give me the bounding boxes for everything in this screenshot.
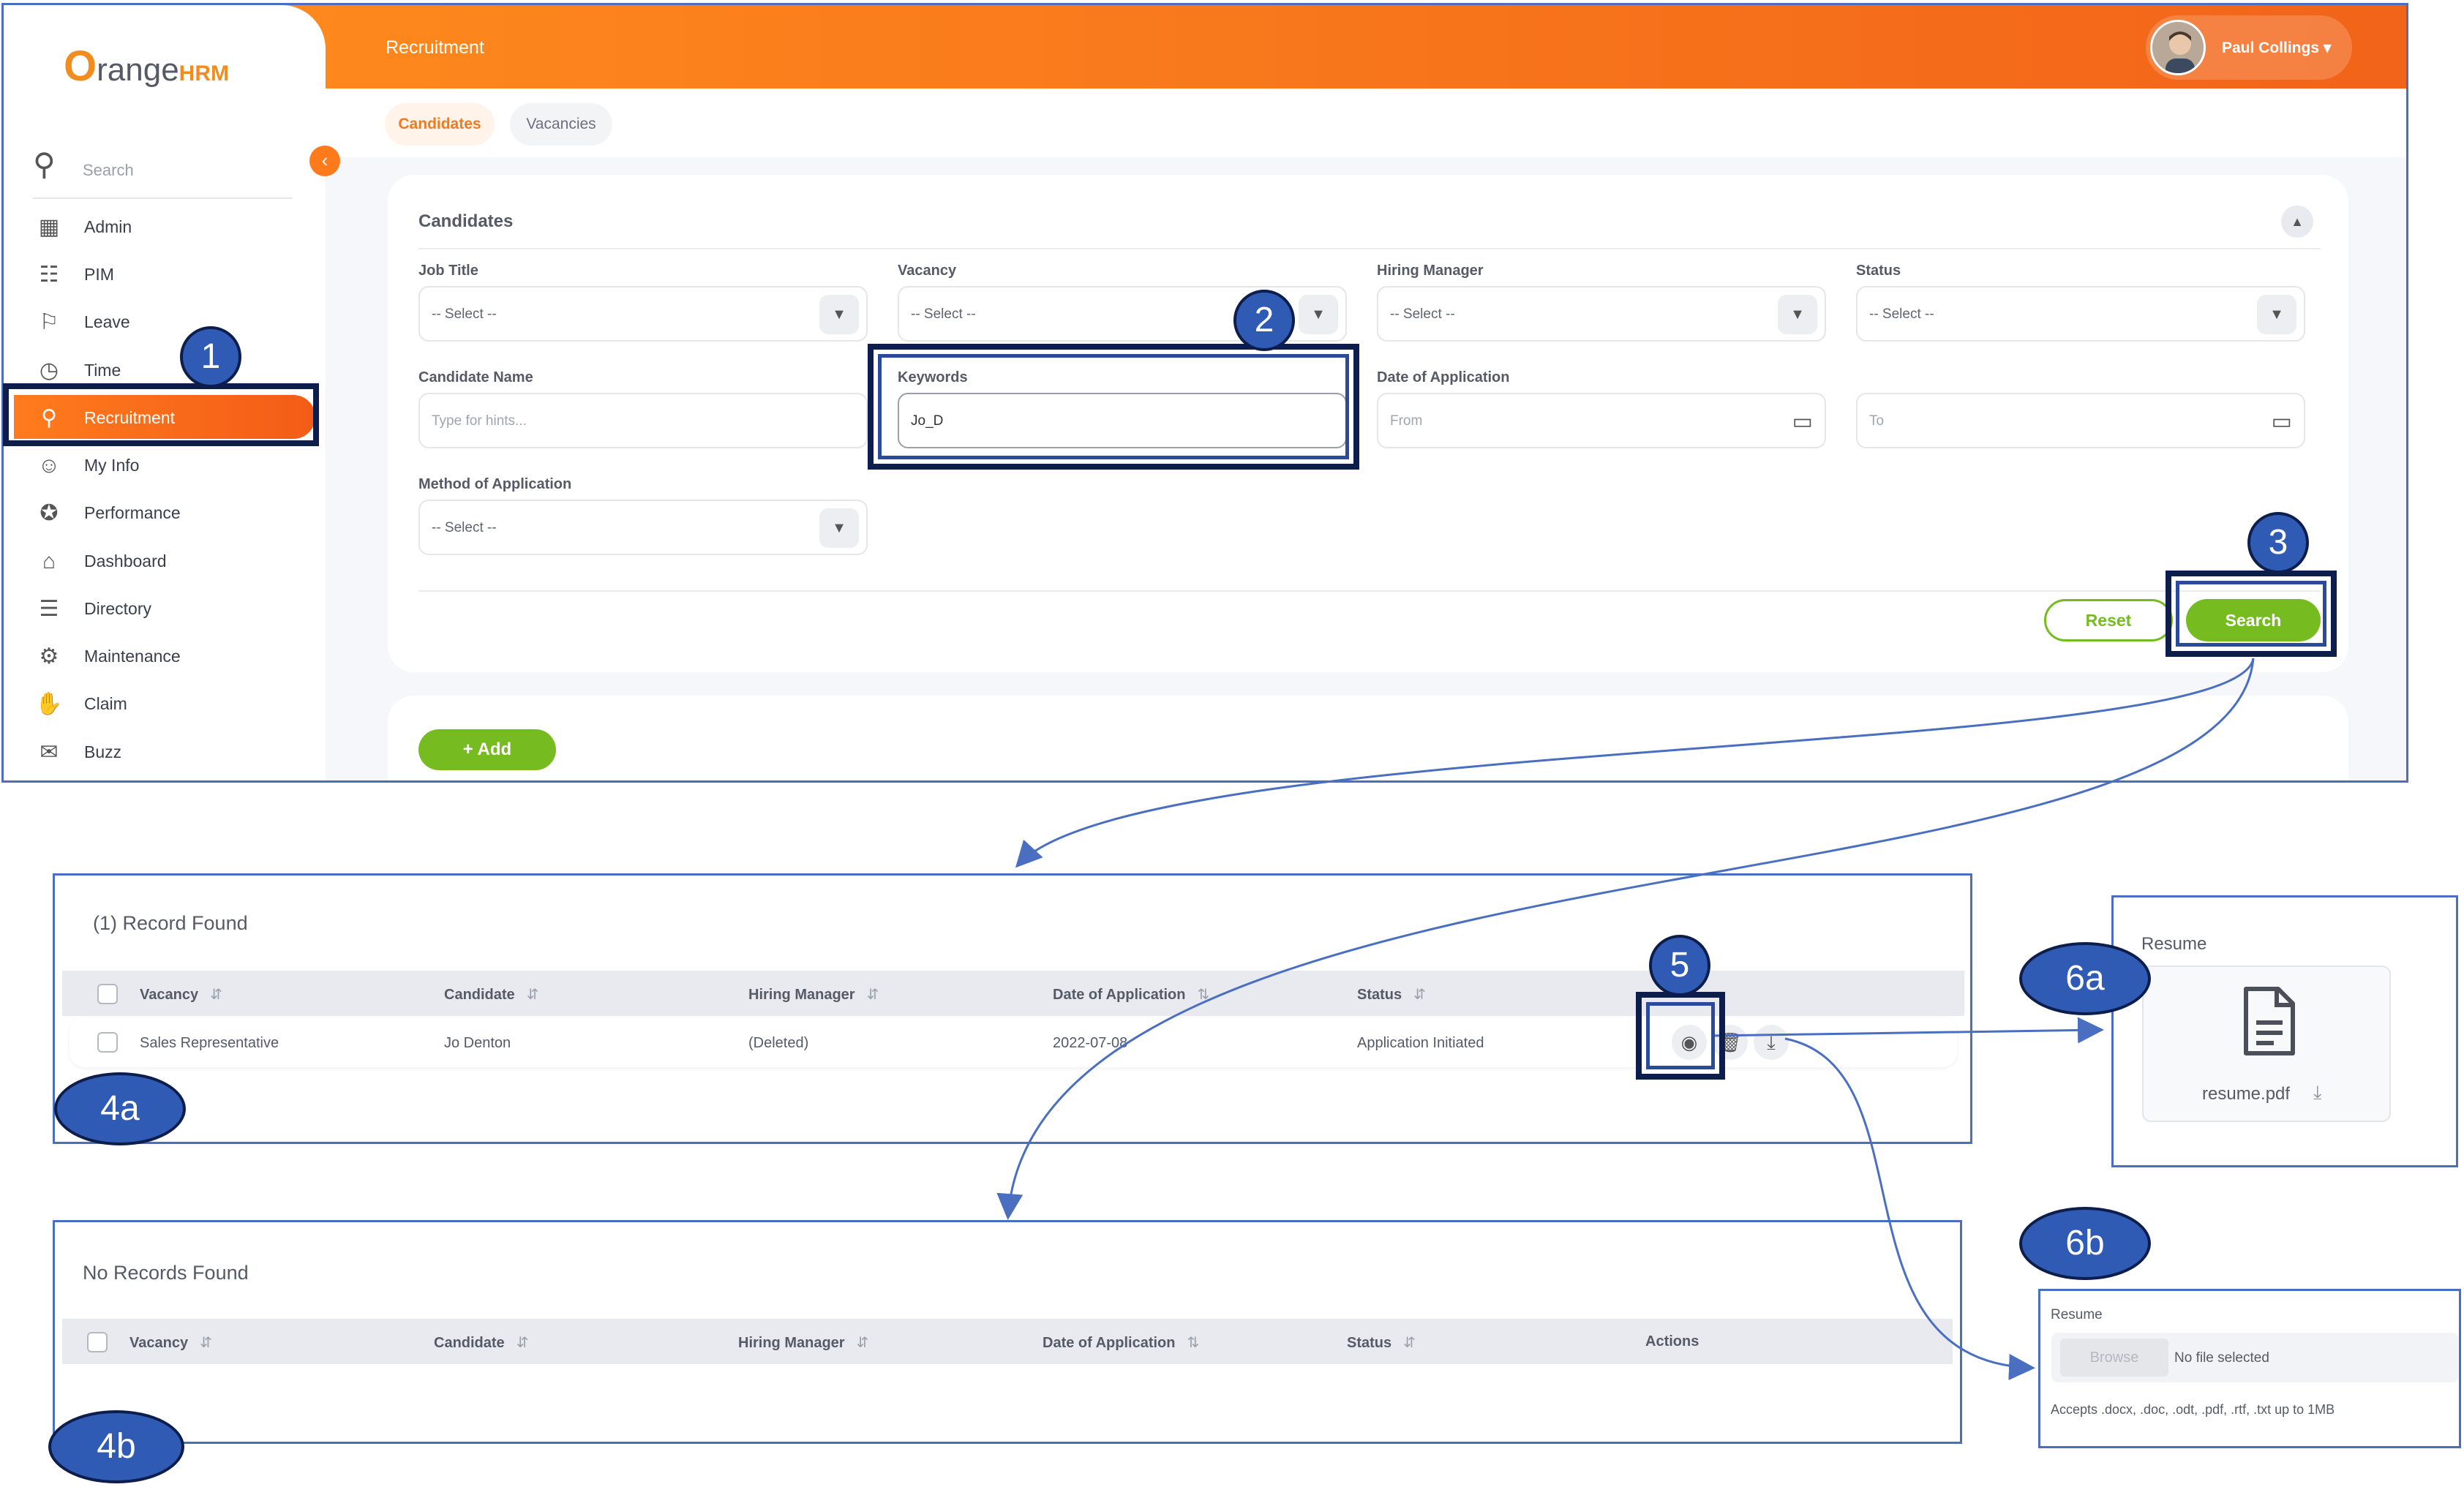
step-4a-badge: 4a (54, 1072, 186, 1145)
step-5-badge: 5 (1649, 935, 1710, 996)
step-1-badge: 1 (180, 326, 241, 388)
highlight-search-inner (2176, 581, 2326, 647)
highlight-recruitment (3, 383, 319, 446)
step-4b-badge: 4b (48, 1410, 184, 1483)
step-3-badge: 3 (2247, 512, 2309, 573)
step-6a-badge: 6a (2019, 942, 2151, 1015)
highlight-view-inner (1646, 1002, 1715, 1069)
step-6b-badge: 6b (2019, 1207, 2151, 1280)
step-2-badge: 2 (1233, 290, 1295, 351)
highlight-keywords-inner (878, 354, 1349, 459)
